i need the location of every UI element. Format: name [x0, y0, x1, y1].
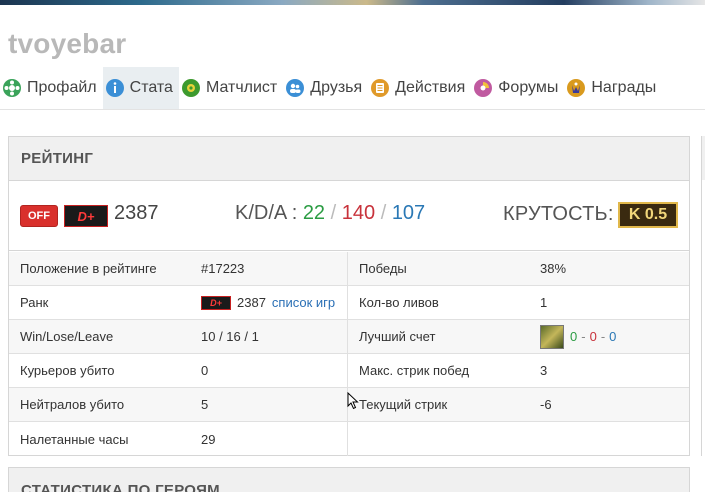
kda-separator: / [330, 202, 337, 224]
table-row: Курьеров убито 0 Макс. стрик побед 3 [9, 354, 689, 388]
stat-value: 29 [190, 422, 348, 456]
rating-panel-title: РЕЙТИНГ [21, 150, 94, 167]
stat-value: 10 / 16 / 1 [190, 320, 348, 353]
stats-icon [105, 79, 124, 97]
hero-stats-title: СТАТИСТИКА ПО ГЕРОЯМ [21, 482, 220, 492]
stat-label: Лучший счет [359, 329, 436, 344]
stat-label: Курьеров убито [20, 363, 115, 378]
kills-value: 22 [302, 202, 326, 224]
nav-label: Матчлист [205, 79, 278, 96]
score-separator: - [581, 329, 586, 344]
table-row: Положение в рейтинге #17223 Победы 38% [9, 252, 689, 286]
table-row: Win/Lose/Leave 10 / 16 / 1 Лучший счет 0… [9, 320, 689, 354]
stat-value: 3 [540, 363, 548, 378]
nav-actions[interactable]: Действия [368, 67, 471, 109]
stat-label: Победы [359, 261, 407, 276]
top-banner [0, 0, 705, 5]
nav-label: Стата [129, 79, 173, 96]
best-score: 0 - 0 - 0 [529, 320, 689, 353]
nav-divider [0, 109, 705, 110]
nav-friends[interactable]: Друзья [283, 67, 368, 109]
nav-label: Друзья [310, 79, 363, 96]
mouse-cursor-icon [347, 392, 359, 410]
off-toggle-button[interactable]: OFF [20, 205, 58, 227]
best-deaths: 0 [589, 329, 597, 344]
profile-username: tvoyebar [8, 28, 127, 59]
stat-label [348, 422, 529, 456]
stat-label: Win/Lose/Leave [20, 329, 114, 344]
kda-label: K/D/A : [235, 202, 298, 224]
side-panel-edge [701, 180, 705, 456]
rating-summary: OFF D+ 2387 K/D/A : 22 / 140 / 107 КРУТО… [9, 181, 689, 251]
awards-icon [567, 79, 586, 97]
deaths-value: 140 [341, 202, 376, 224]
side-panel-edge [701, 136, 705, 180]
stat-label: Ранк [20, 295, 49, 310]
rank-badge: D+ [64, 205, 108, 227]
friends-icon [286, 79, 305, 97]
nav-profile[interactable]: Профайл [0, 67, 103, 109]
nav-matchlist[interactable]: Матчлист [179, 67, 283, 109]
nav-label: Профайл [27, 79, 97, 96]
rank-mini-badge: D+ [201, 295, 231, 310]
forums-icon [474, 79, 493, 97]
table-row: Налетанные часы 29 [9, 422, 689, 456]
best-assists: 0 [609, 329, 617, 344]
nav-awards[interactable]: Награды [564, 67, 662, 109]
stat-label: Положение в рейтинге [20, 261, 157, 276]
stat-value: 38% [540, 261, 567, 276]
kda-separator: / [380, 202, 387, 224]
stat-value: D+ 2387 список игр [190, 286, 348, 319]
stat-value [529, 422, 689, 456]
coolness-badge: K 0.5 [618, 202, 678, 228]
nav-label: Форумы [498, 79, 559, 96]
nav-forums[interactable]: Форумы [471, 67, 564, 109]
coolness-label: КРУТОСТЬ: [503, 203, 614, 225]
stats-table: Положение в рейтинге #17223 Победы 38% Р… [9, 252, 689, 456]
profile-icon [3, 79, 21, 97]
hero-stats-panel: СТАТИСТИКА ПО ГЕРОЯМ [8, 467, 690, 492]
nav-label: Действия [395, 79, 466, 96]
assists-value: 107 [391, 202, 426, 224]
nav-stats[interactable]: Стата [102, 67, 179, 109]
table-row: Ранк D+ 2387 список игр Кол-во ливов 1 [9, 286, 689, 320]
rank-rating: 2387 [237, 295, 266, 310]
stat-label: Макс. стрик побед [359, 363, 470, 378]
score-separator: - [600, 329, 606, 344]
stat-label: Налетанные часы [20, 431, 129, 447]
actions-icon [371, 79, 390, 97]
profile-nav: Профайл Стата Матчлист Друзья Действия Ф… [0, 67, 705, 109]
stat-value: 0 [190, 354, 348, 387]
games-list-link[interactable]: список игр [272, 295, 335, 310]
stat-value: 5 [190, 388, 348, 421]
stat-value: #17223 [190, 252, 348, 285]
stat-value: 1 [540, 295, 548, 310]
stat-value: -6 [540, 397, 552, 412]
hero-portrait-icon[interactable] [540, 324, 564, 349]
rating-value: 2387 [114, 202, 159, 224]
rating-panel-header: РЕЙТИНГ [9, 137, 689, 181]
kda-summary: K/D/A : 22 / 140 / 107 [235, 202, 425, 225]
nav-label: Награды [591, 79, 657, 96]
stat-label: Нейтралов убито [20, 397, 125, 412]
matchlist-icon [181, 79, 200, 97]
stat-label: Текущий стрик [359, 397, 448, 412]
best-kills: 0 [570, 329, 578, 344]
stat-label: Кол-во ливов [359, 295, 439, 310]
